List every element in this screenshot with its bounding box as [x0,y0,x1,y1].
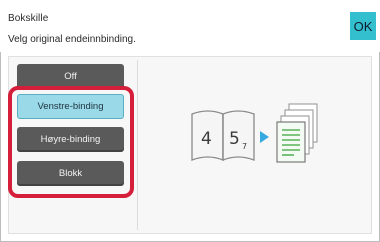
small-page-number: 7 [242,142,247,151]
dialog-subtitle: Velg original endeinnbinding. [8,34,136,45]
dialog-header: Bokskille Velg original endeinnbinding. … [0,0,380,52]
right-page-number: 5 [229,129,240,149]
document-stack-icon [276,103,318,163]
selection-highlight-frame [8,86,134,198]
arrow-right-icon [260,131,269,143]
binding-illustration: 4 5 7 [190,102,330,168]
left-page-number: 4 [201,129,212,149]
dialog-title: Bokskille [8,13,49,24]
panel-divider [137,60,138,230]
open-book-icon: 4 5 7 [191,110,255,161]
ok-button[interactable]: OK [350,12,376,40]
